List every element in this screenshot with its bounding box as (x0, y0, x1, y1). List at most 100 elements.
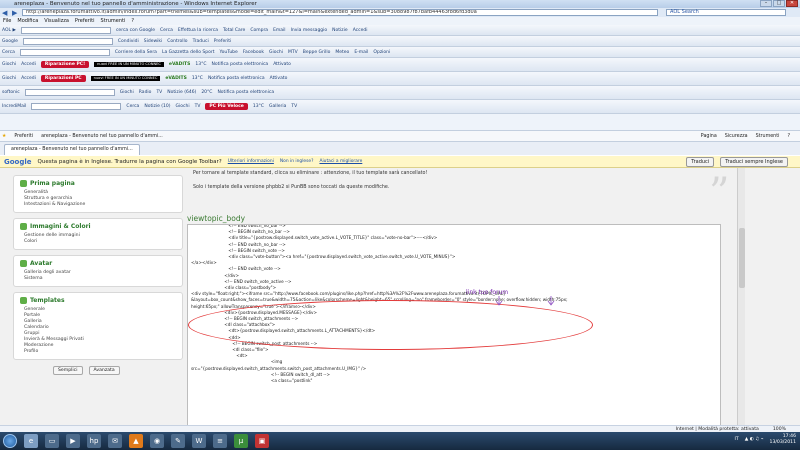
toolbar-item[interactable]: Preferiti (214, 39, 232, 44)
tab-areneplaza[interactable]: areneplaza - Benvenuto nel tuo pannello … (4, 144, 140, 155)
toolbar-item[interactable]: Accedi (21, 62, 36, 67)
menu-item[interactable]: ? (131, 18, 134, 24)
hp-icon[interactable]: hp (87, 434, 101, 448)
url-field[interactable]: http://areneplaza.forumattivo.it/admin/i… (22, 9, 658, 16)
toolbar-item[interactable]: Notizie (10) (144, 104, 170, 109)
vlc-icon[interactable]: ▲ (129, 434, 143, 448)
toolbar-item[interactable]: Facebook (243, 50, 264, 55)
toolbar-search-field[interactable] (20, 26, 111, 34)
minimize-button[interactable]: – (760, 0, 772, 7)
scrollbar-thumb[interactable] (739, 228, 745, 288)
word-icon[interactable]: W (192, 434, 206, 448)
menu-item[interactable]: Strumenti (101, 18, 126, 24)
calc-icon[interactable]: ≡ (213, 434, 227, 448)
mode-button[interactable]: Avanzata (88, 366, 120, 375)
toolbar-item[interactable]: eVADITS (169, 62, 190, 67)
toolbar-item[interactable]: Controllo (167, 39, 187, 44)
clock[interactable]: 17:46 13/03/2011 (770, 434, 796, 446)
toolbar-item[interactable]: Cerca (2, 50, 15, 55)
toolbar-item[interactable]: Accedi (21, 76, 36, 81)
favorites-label[interactable]: Preferiti (14, 134, 33, 139)
toolbar-item[interactable]: Compra (250, 28, 268, 33)
menu-item[interactable]: Preferiti (75, 18, 95, 24)
paint-icon[interactable]: ✎ (171, 434, 185, 448)
toolbar-item[interactable]: nuovi FREE IN UN MINUTO CONNEC (94, 61, 164, 68)
toolbar-item[interactable]: Email (273, 28, 286, 33)
toolbar-item[interactable]: La Gazzetta dello Sport (162, 50, 215, 55)
app-icon[interactable]: ▣ (255, 434, 269, 448)
help-menu[interactable]: ? (787, 134, 790, 139)
toolbar-item[interactable]: Sidewiki (144, 39, 163, 44)
sidebar-link[interactable]: Colori (20, 239, 176, 245)
toolbar-item[interactable]: Giochi (2, 76, 16, 81)
ie-icon[interactable]: e (24, 434, 38, 448)
translate-button[interactable]: Traduci (686, 156, 715, 167)
torrent-icon[interactable]: μ (234, 434, 248, 448)
toolbar-item[interactable]: Notifica posta elettronica (208, 76, 265, 81)
not-english-link[interactable]: Non in inglese? (280, 159, 314, 164)
toolbar-item[interactable]: TV (291, 104, 297, 109)
toolbar-item[interactable]: Accedi (353, 28, 368, 33)
toolbar-item[interactable]: cerca con Google (116, 28, 155, 33)
toolbar-item[interactable]: Giochi (120, 90, 134, 95)
toolbar-search-field[interactable] (22, 37, 113, 45)
toolbar-item[interactable]: E-mail (354, 50, 368, 55)
toolbar-item[interactable]: Galleria (269, 104, 286, 109)
page-menu[interactable]: Pagina (701, 134, 717, 139)
template-code-textarea[interactable]: <!-- END switch_no_bar --> <!-- BEGIN sw… (187, 224, 721, 430)
security-menu[interactable]: Sicurezza (725, 134, 748, 139)
toolbar-item[interactable]: Attivato (273, 62, 291, 67)
help-improve-link[interactable]: Aiutaci a migliorare (319, 159, 362, 164)
favorite-link[interactable]: areneplaza - Benvenuto nel tuo pannello … (41, 134, 163, 139)
toolbar-item[interactable]: AOL ▶ (2, 28, 16, 33)
toolbar-item[interactable]: TV (195, 104, 201, 109)
toolbar-item[interactable]: PC Più Veloce (205, 103, 248, 110)
sidebar-link[interactable]: Sistema (20, 276, 176, 282)
toolbar-item[interactable]: 20°C (201, 90, 212, 95)
toolbar-item[interactable]: Corriere della Sera (115, 50, 157, 55)
toolbar-item[interactable]: Notizie (646) (167, 90, 196, 95)
toolbar-item[interactable]: Riparazioni PC (40, 75, 86, 82)
more-info-link[interactable]: Ulteriori informazioni (228, 159, 274, 164)
toolbar-item[interactable]: Beppe Grillo (303, 50, 331, 55)
menu-item[interactable]: Visualizza (44, 18, 69, 24)
toolbar-item[interactable]: Google (2, 39, 18, 44)
toolbar-item[interactable]: Meteo (335, 50, 349, 55)
toolbar-search-field[interactable] (24, 89, 115, 96)
toolbar-item[interactable]: YouTube (220, 50, 238, 55)
back-icon[interactable]: ◀ (2, 9, 12, 17)
toolbar-search-field[interactable] (31, 103, 122, 110)
forward-icon[interactable]: ▶ (12, 9, 22, 17)
maximize-button[interactable]: □ (773, 0, 785, 7)
toolbar-item[interactable]: 13°C (195, 62, 206, 67)
search-input[interactable]: AOL Search (666, 9, 786, 16)
toolbar-item[interactable]: Radio (139, 90, 152, 95)
favorites-star-icon[interactable]: ★ (2, 134, 6, 139)
firefox-icon[interactable]: ◉ (150, 434, 164, 448)
toolbar-item[interactable]: Effettua la ricerca (178, 28, 218, 33)
page-scrollbar[interactable] (737, 168, 745, 432)
menu-item[interactable]: File (3, 18, 11, 24)
toolbar-item[interactable]: eVADITS (165, 76, 186, 81)
toolbar-item[interactable]: Riparazione PC! (40, 61, 90, 68)
toolbar-item[interactable]: MTV (288, 50, 298, 55)
explorer-icon[interactable]: ▭ (45, 434, 59, 448)
toolbar-item[interactable]: Condividi (118, 39, 139, 44)
toolbar-item[interactable]: Notifica posta elettronica (217, 90, 274, 95)
toolbar-item[interactable]: Giochi (2, 62, 16, 67)
toolbar-item[interactable]: 13°C (192, 76, 203, 81)
sidebar-link[interactable]: Intestazioni & Navigazione (20, 202, 176, 208)
tools-menu[interactable]: Strumenti (756, 134, 780, 139)
toolbar-item[interactable]: Opzioni (373, 50, 390, 55)
toolbar-item[interactable]: nuovi FREE IN UN MINUTO CONNEC (90, 75, 161, 82)
toolbar-item[interactable]: IncrediMail (2, 104, 26, 109)
toolbar-item[interactable]: Attivato (270, 76, 288, 81)
translate-always-button[interactable]: Traduci sempre Inglese (720, 156, 788, 167)
zoom-level[interactable]: 100% (773, 427, 786, 432)
toolbar-item[interactable]: Cerca (126, 104, 139, 109)
start-button[interactable] (3, 434, 17, 448)
close-button[interactable]: ✕ (786, 0, 798, 7)
toolbar-item[interactable]: TV (156, 90, 162, 95)
toolbar-search-field[interactable] (19, 48, 110, 56)
toolbar-item[interactable]: Notizie (332, 28, 348, 33)
